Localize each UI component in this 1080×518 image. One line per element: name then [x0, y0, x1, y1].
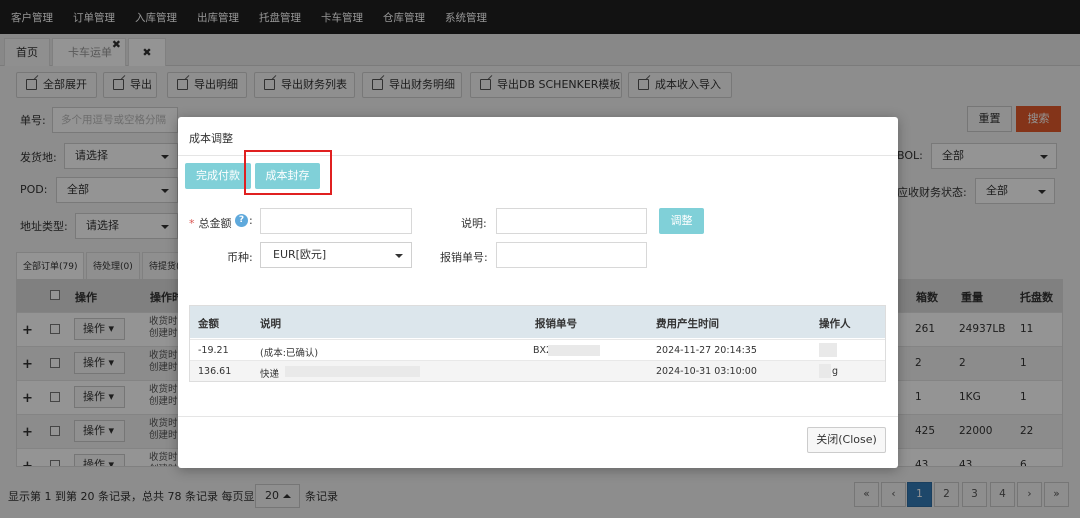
cell-cost-time: 2024-10-31 03:10:00 — [656, 366, 757, 377]
colon: : — [249, 214, 253, 227]
complete-payment-button[interactable]: 完成付款 — [185, 163, 251, 189]
claim-no-input[interactable] — [496, 242, 647, 268]
cell-description: (成本:已确认) — [260, 348, 319, 359]
redacted-block — [548, 345, 600, 356]
currency-select[interactable]: EUR[欧元] — [260, 242, 412, 268]
modal-title: 成本调整 — [189, 132, 233, 145]
cost-history-table: 金额 说明 报销单号 费用产生时间 操作人 -19.21 (成本:已确认) BX… — [189, 305, 886, 382]
total-amount-input[interactable] — [260, 208, 412, 234]
th-description: 说明 — [260, 318, 281, 330]
description-input[interactable] — [496, 208, 647, 234]
total-amount-label: * 总金额 — [189, 217, 232, 230]
th-claim-no: 报销单号 — [535, 318, 577, 330]
cell-operator: g — [832, 366, 839, 377]
cell-cost-time: 2024-11-27 20:14:35 — [656, 345, 757, 356]
th-amount: 金额 — [198, 318, 219, 330]
cost-history-row: 136.61 快递 2024-10-31 03:10:00 g — [190, 360, 885, 381]
currency-label: 币种: — [227, 251, 253, 264]
th-cost-time: 费用产生时间 — [656, 318, 719, 330]
total-amount-text: 总金额 — [198, 217, 232, 230]
adjust-button[interactable]: 调整 — [659, 208, 704, 234]
cost-history-row: -19.21 (成本:已确认) BX2 2024-11-27 20:14:35 — [190, 339, 885, 360]
description-label: 说明: — [461, 217, 487, 230]
cell-amount: 136.61 — [198, 366, 232, 377]
currency-value: EUR[欧元] — [273, 248, 327, 261]
redacted-block — [819, 364, 831, 378]
cost-history-header: 金额 说明 报销单号 费用产生时间 操作人 — [190, 306, 885, 338]
highlight-box — [244, 150, 332, 195]
cell-description: 快递 — [260, 369, 280, 380]
th-operator: 操作人 — [819, 318, 851, 330]
help-icon[interactable]: ? — [235, 214, 248, 227]
close-button[interactable]: 关闭(Close) — [807, 427, 886, 453]
divider — [178, 416, 898, 417]
caret-down-icon — [395, 254, 403, 258]
redacted-block — [819, 343, 837, 357]
cell-amount: -19.21 — [198, 345, 229, 356]
redacted-block — [285, 366, 420, 377]
cost-adjust-modal: 成本调整 完成付款 成本封存 * 总金额 ? : 说明: 调整 币种: EUR[欧… — [178, 117, 898, 468]
claim-no-label: 报销单号: — [440, 251, 488, 264]
